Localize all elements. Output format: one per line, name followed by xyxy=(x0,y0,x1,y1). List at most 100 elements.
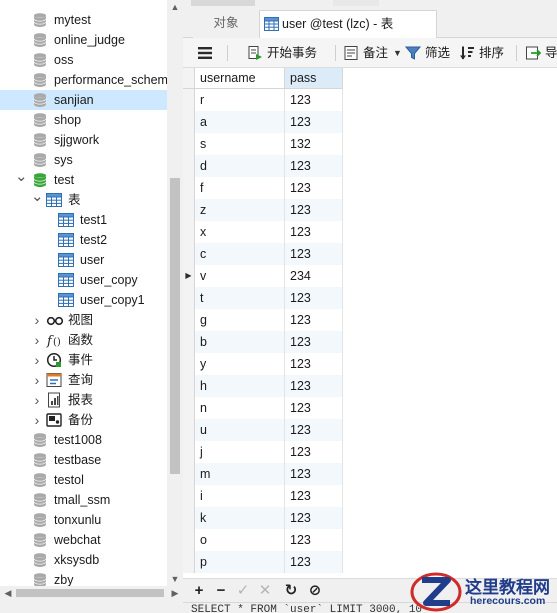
delete-record-button[interactable]: − xyxy=(211,581,231,601)
table-row[interactable]: o 123 xyxy=(183,529,343,551)
row-indicator[interactable] xyxy=(183,331,195,353)
tree-item[interactable]: performance_schema xyxy=(0,70,175,90)
tree-item[interactable]: user_copy xyxy=(0,270,167,290)
table-row[interactable]: k 123 xyxy=(183,507,343,529)
cell-pass[interactable]: 123 xyxy=(285,397,343,419)
row-indicator[interactable] xyxy=(183,441,195,463)
cell-username[interactable]: f xyxy=(195,177,285,199)
expand-chevron-right-icon[interactable]: › xyxy=(31,310,43,330)
table-row[interactable]: r 123 xyxy=(183,89,343,111)
cell-pass[interactable]: 123 xyxy=(285,507,343,529)
cell-pass[interactable]: 123 xyxy=(285,463,343,485)
chevron-down-icon[interactable]: ▼ xyxy=(393,38,402,68)
row-indicator[interactable] xyxy=(183,375,195,397)
cell-pass[interactable]: 123 xyxy=(285,353,343,375)
tree-item[interactable]: tmall_ssm xyxy=(0,490,167,510)
expand-chevron-right-icon[interactable]: › xyxy=(31,330,43,350)
table-row[interactable]: m 123 xyxy=(183,463,343,485)
navigator-tree[interactable]: mytest online_judge oss performance_schema s… xyxy=(0,0,183,613)
row-indicator[interactable] xyxy=(183,309,195,331)
cell-pass[interactable]: 123 xyxy=(285,551,343,573)
cell-username[interactable]: p xyxy=(195,551,285,573)
cell-username[interactable]: c xyxy=(195,243,285,265)
tree-item[interactable]: sanjian xyxy=(0,90,167,110)
cell-pass[interactable]: 123 xyxy=(285,309,343,331)
cell-pass[interactable]: 123 xyxy=(285,89,343,111)
import-button[interactable]: 导 xyxy=(525,38,557,68)
tree-item[interactable]: sys xyxy=(0,150,167,170)
cell-username[interactable]: a xyxy=(195,111,285,133)
column-header-pass[interactable]: pass xyxy=(285,68,343,89)
discard-changes-button[interactable]: ✕ xyxy=(255,581,275,601)
tree-item[interactable]: user_copy1 xyxy=(0,290,167,310)
cell-username[interactable]: r xyxy=(195,89,285,111)
cell-pass[interactable]: 123 xyxy=(285,441,343,463)
memo-button[interactable]: 备注 ▼ xyxy=(343,38,402,68)
expand-chevron-right-icon[interactable]: › xyxy=(31,390,43,410)
cell-username[interactable]: b xyxy=(195,331,285,353)
cell-pass[interactable]: 123 xyxy=(285,199,343,221)
refresh-button[interactable]: ↻ xyxy=(281,581,301,601)
cell-username[interactable]: z xyxy=(195,199,285,221)
tree-item[interactable]: webchat xyxy=(0,530,167,550)
tree-item[interactable]: online_judge xyxy=(0,30,167,50)
cell-username[interactable]: k xyxy=(195,507,285,529)
table-row[interactable]: i 123 xyxy=(183,485,343,507)
table-row[interactable]: j 123 xyxy=(183,441,343,463)
current-row-arrow-icon[interactable]: ▶ xyxy=(183,265,195,287)
cell-username[interactable]: m xyxy=(195,463,285,485)
row-indicator[interactable] xyxy=(183,419,195,441)
row-indicator[interactable] xyxy=(183,199,195,221)
tree-item[interactable]: ⌄ 表 xyxy=(0,189,167,210)
expand-chevron-down-icon[interactable]: ⌄ xyxy=(15,169,28,190)
table-row[interactable]: b 123 xyxy=(183,331,343,353)
tree-item[interactable]: shop xyxy=(0,110,167,130)
column-header-username[interactable]: username xyxy=(195,68,285,89)
tree-item[interactable]: › f() 函数 xyxy=(0,330,167,350)
row-indicator[interactable] xyxy=(183,353,195,375)
cell-username[interactable]: n xyxy=(195,397,285,419)
table-row[interactable]: z 123 xyxy=(183,199,343,221)
tab-objects[interactable]: 对象 xyxy=(193,10,259,38)
table-row[interactable]: n 123 xyxy=(183,397,343,419)
table-row[interactable]: ▶ v 234 xyxy=(183,265,343,287)
row-indicator[interactable] xyxy=(183,133,195,155)
filter-button[interactable]: 筛选 xyxy=(405,38,453,68)
table-row[interactable]: t 123 xyxy=(183,287,343,309)
cell-pass[interactable]: 123 xyxy=(285,155,343,177)
tree-item[interactable]: › 视图 xyxy=(0,310,167,330)
stop-button[interactable]: ⊘ xyxy=(305,581,325,601)
expand-chevron-right-icon[interactable]: › xyxy=(31,370,43,390)
scroll-left-arrow-icon[interactable]: ◀ xyxy=(1,586,15,600)
row-indicator[interactable] xyxy=(183,551,195,573)
row-indicator[interactable] xyxy=(183,89,195,111)
tree-item[interactable]: › 备份 xyxy=(0,410,167,430)
scroll-up-arrow-icon[interactable]: ▲ xyxy=(168,0,182,14)
tree-item[interactable]: test2 xyxy=(0,230,167,250)
cell-username[interactable]: d xyxy=(195,155,285,177)
cell-pass[interactable]: 123 xyxy=(285,419,343,441)
add-record-button[interactable]: + xyxy=(189,581,209,601)
table-row[interactable]: f 123 xyxy=(183,177,343,199)
cell-username[interactable]: y xyxy=(195,353,285,375)
cell-username[interactable]: s xyxy=(195,133,285,155)
tree-item[interactable]: testol xyxy=(0,470,167,490)
expand-chevron-down-icon[interactable]: ⌄ xyxy=(31,189,44,210)
table-row[interactable]: s 132 xyxy=(183,133,343,155)
scroll-right-arrow-icon[interactable]: ▶ xyxy=(168,586,182,600)
row-indicator[interactable] xyxy=(183,529,195,551)
table-row[interactable]: u 123 xyxy=(183,419,343,441)
tree-item[interactable]: user xyxy=(0,250,167,270)
cell-pass[interactable]: 123 xyxy=(285,529,343,551)
cell-pass[interactable]: 123 xyxy=(285,485,343,507)
begin-transaction-button[interactable]: 开始事务 xyxy=(247,38,327,68)
navigator-vertical-scrollbar[interactable]: ▲ ▼ xyxy=(167,0,183,586)
tree-item[interactable]: › 报表 xyxy=(0,390,167,410)
expand-chevron-right-icon[interactable]: › xyxy=(31,350,43,370)
tree-item[interactable]: test1 xyxy=(0,210,167,230)
apply-changes-button[interactable]: ✓ xyxy=(233,581,253,601)
table-row[interactable]: h 123 xyxy=(183,375,343,397)
cell-pass[interactable]: 123 xyxy=(285,111,343,133)
tree-item[interactable]: oss xyxy=(0,50,167,70)
cell-username[interactable]: u xyxy=(195,419,285,441)
